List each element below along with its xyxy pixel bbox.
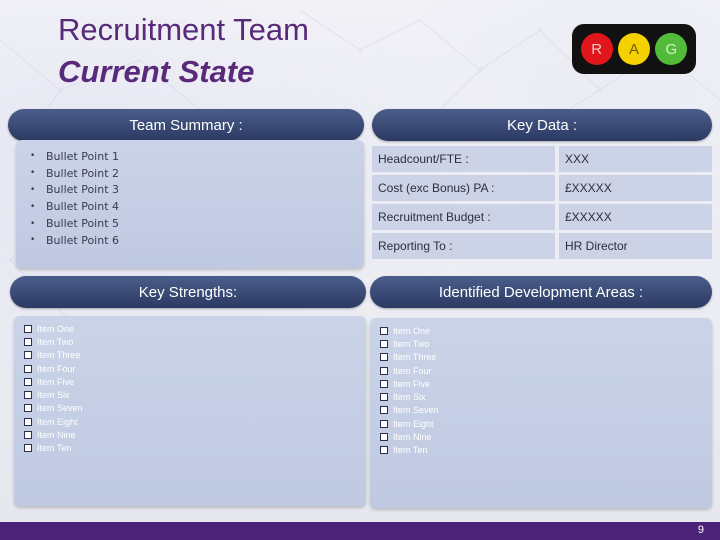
- checkbox-icon: [24, 377, 32, 386]
- list-item: • Bullet Point 3: [30, 183, 120, 197]
- key-data-value: £XXXXX: [559, 175, 712, 201]
- list-item: Item Four: [380, 364, 439, 377]
- list-item: Item Five: [24, 375, 83, 388]
- checkbox-icon: [24, 391, 32, 400]
- key-data-label: Recruitment Budget :: [372, 204, 555, 230]
- checkbox-icon: [380, 366, 388, 375]
- key-data-label: Cost (exc Bonus) PA :: [372, 175, 555, 201]
- checkbox-icon: [24, 324, 32, 333]
- list-item: Item One: [24, 322, 83, 335]
- key-data-table: Headcount/FTE : XXX Cost (exc Bonus) PA …: [372, 146, 712, 262]
- checkbox-icon: [380, 446, 388, 455]
- rag-green-light: G: [655, 33, 688, 65]
- bullet-icon: •: [30, 201, 36, 212]
- key-strengths-list: Item One Item Two Item Three Item Four I…: [24, 322, 83, 455]
- list-item: • Bullet Point 1: [30, 149, 120, 163]
- page-title: Recruitment Team: [58, 12, 309, 47]
- list-item: Item Three: [380, 351, 439, 364]
- rag-status-indicator: R A G: [572, 24, 696, 74]
- bullet-icon: •: [30, 184, 36, 195]
- footer-bar: [0, 522, 720, 540]
- list-item: • Bullet Point 2: [30, 166, 120, 180]
- list-item: Item Eight: [24, 415, 83, 428]
- key-data-value: £XXXXX: [559, 204, 712, 230]
- page-subtitle: Current State: [58, 54, 255, 89]
- key-data-label: Headcount/FTE :: [372, 146, 555, 172]
- key-data-header: Key Data :: [372, 109, 712, 141]
- rag-red-light: R: [580, 33, 613, 65]
- rag-amber-light: A: [617, 33, 650, 65]
- list-item: • Bullet Point 4: [30, 200, 120, 214]
- bullet-icon: •: [30, 218, 36, 229]
- list-item: Item Eight: [380, 417, 439, 430]
- checkbox-icon: [380, 419, 388, 428]
- list-item: Item Six: [24, 388, 83, 401]
- key-data-label: Reporting To :: [372, 233, 555, 259]
- checkbox-icon: [24, 404, 32, 413]
- table-row: Headcount/FTE : XXX: [372, 146, 712, 172]
- list-item: Item Six: [380, 390, 439, 403]
- checkbox-icon: [380, 433, 388, 442]
- page-number: 9: [697, 524, 704, 536]
- list-item: Item One: [380, 324, 439, 337]
- checkbox-icon: [380, 353, 388, 362]
- bullet-icon: •: [30, 168, 36, 179]
- bullet-icon: •: [30, 151, 36, 162]
- table-row: Cost (exc Bonus) PA : £XXXXX: [372, 175, 712, 201]
- checkbox-icon: [380, 406, 388, 415]
- key-data-value: HR Director: [559, 233, 712, 259]
- development-areas-header: Identified Development Areas :: [370, 276, 712, 308]
- list-item: Item Four: [24, 362, 83, 375]
- list-item: Item Seven: [380, 404, 439, 417]
- checkbox-icon: [24, 351, 32, 360]
- table-row: Reporting To : HR Director: [372, 233, 712, 259]
- checkbox-icon: [24, 364, 32, 373]
- checkbox-icon: [24, 417, 32, 426]
- list-item: • Bullet Point 5: [30, 217, 120, 231]
- development-areas-list: Item One Item Two Item Three Item Four I…: [380, 324, 439, 457]
- checkbox-icon: [24, 337, 32, 346]
- checkbox-icon: [24, 444, 32, 453]
- table-row: Recruitment Budget : £XXXXX: [372, 204, 712, 230]
- list-item: Item Nine: [24, 428, 83, 441]
- list-item: Item Seven: [24, 402, 83, 415]
- team-summary-list: • Bullet Point 1 • Bullet Point 2 • Bullet …: [30, 148, 119, 249]
- key-strengths-header: Key Strengths:: [10, 276, 366, 308]
- checkbox-icon: [380, 339, 388, 348]
- list-item: Item Five: [380, 377, 439, 390]
- list-item: Item Two: [380, 337, 439, 350]
- list-item: Item Two: [24, 335, 83, 348]
- checkbox-icon: [380, 326, 388, 335]
- team-summary-header: Team Summary :: [8, 109, 364, 141]
- list-item: Item Ten: [380, 444, 439, 457]
- checkbox-icon: [380, 379, 388, 388]
- checkbox-icon: [24, 431, 32, 440]
- checkbox-icon: [380, 393, 388, 402]
- bullet-icon: •: [30, 235, 36, 246]
- key-data-value: XXX: [559, 146, 712, 172]
- list-item: • Bullet Point 6: [30, 233, 120, 247]
- list-item: Item Nine: [380, 430, 439, 443]
- list-item: Item Ten: [24, 442, 83, 455]
- list-item: Item Three: [24, 349, 83, 362]
